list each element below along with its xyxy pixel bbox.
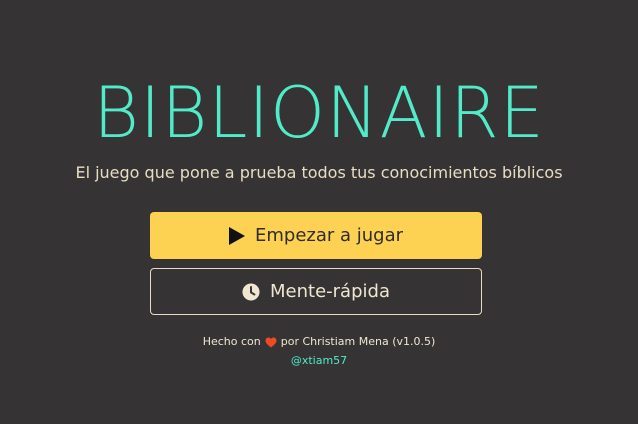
play-icon [228, 226, 245, 245]
quick-mode-label: Mente-rápida [270, 281, 390, 302]
page-title: BIBLIONAIRE [93, 72, 545, 154]
credits-line: Hecho con por Christiam Mena (v1.0.5) [0, 334, 638, 350]
author-text: por Christiam Mena (v1.0.5) [280, 335, 436, 348]
quick-mode-button[interactable]: Mente-rápida [150, 268, 482, 315]
start-game-button[interactable]: Empezar a jugar [150, 212, 482, 259]
clock-icon [242, 282, 260, 301]
heart-icon [265, 337, 277, 348]
author-handle-link[interactable]: @xtiam57 [0, 353, 638, 369]
made-with-text: Hecho con [202, 335, 261, 348]
page-subtitle: El juego que pone a prueba todos tus con… [75, 163, 563, 182]
start-game-label: Empezar a jugar [254, 225, 404, 246]
footer: Hecho con por Christiam Mena (v1.0.5) @x… [0, 334, 638, 369]
